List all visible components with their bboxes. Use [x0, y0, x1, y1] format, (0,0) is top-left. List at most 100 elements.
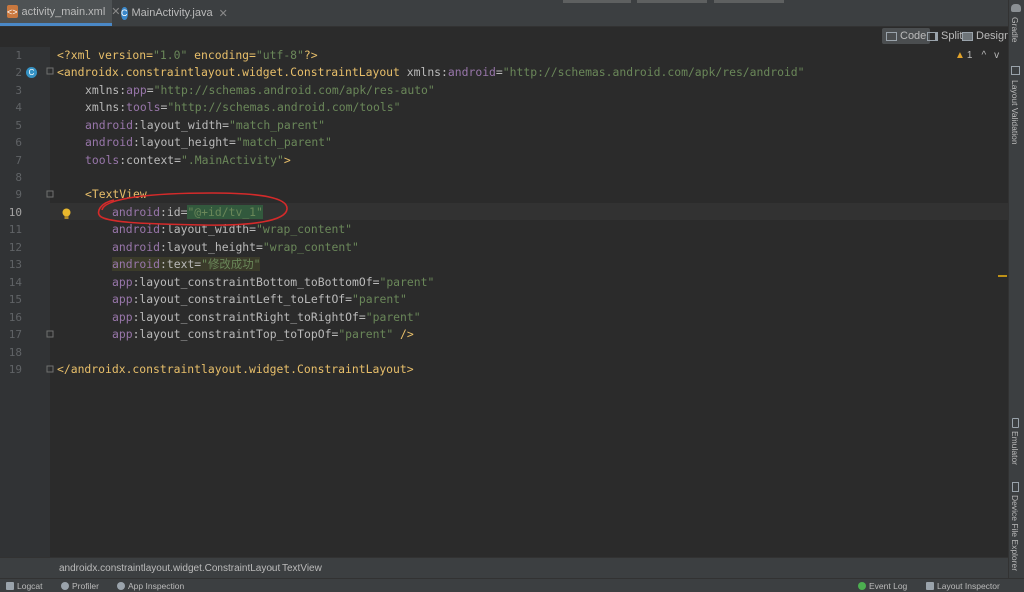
- profiler-icon: [61, 582, 69, 590]
- device-file-explorer-tool-button[interactable]: Device File Explorer: [1010, 495, 1020, 571]
- layout-validation-tool-button[interactable]: Layout Validation: [1010, 80, 1020, 145]
- xmlns-attr: xmlns:: [399, 65, 448, 79]
- line-number[interactable]: 16: [0, 311, 22, 324]
- app-inspection-label: App Inspection: [128, 581, 185, 591]
- xml-file-icon: <>: [7, 5, 18, 18]
- editor-tab-bar: <> activity_main.xml ✕ C MainActivity.ja…: [0, 0, 1008, 27]
- code-line-5: android:layout_width="match_parent": [85, 117, 325, 134]
- device-file-explorer-icon: [1012, 482, 1019, 492]
- line-number[interactable]: 3: [0, 84, 22, 97]
- tag-close: >: [283, 153, 291, 167]
- line-number[interactable]: 7: [0, 154, 22, 167]
- attr-value: "parent": [338, 327, 394, 341]
- namespace-url: "http://schemas.android.com/apk/res/andr…: [502, 65, 805, 79]
- line-number[interactable]: 14: [0, 276, 22, 289]
- line-number[interactable]: 4: [0, 101, 22, 114]
- tag-self-close: />: [393, 327, 414, 341]
- line-number[interactable]: 2: [0, 66, 22, 79]
- app-inspection-tool-button[interactable]: App Inspection: [117, 581, 184, 591]
- class-marker-icon[interactable]: C: [26, 67, 37, 78]
- code-line-7: tools:context=".MainActivity">: [85, 152, 291, 169]
- line-number[interactable]: 6: [0, 136, 22, 149]
- attr-value: "parent": [365, 310, 421, 324]
- inspection-widget[interactable]: ▲ 1 ^ v: [955, 50, 999, 61]
- line-number[interactable]: 19: [0, 363, 22, 376]
- attr-name: :layout_width=: [133, 118, 230, 132]
- xml-decl-end: ?>: [303, 48, 318, 62]
- root-tag: <androidx.constraintlayout.widget.Constr…: [57, 65, 400, 79]
- line-number[interactable]: 17: [0, 328, 22, 341]
- line-number[interactable]: 18: [0, 346, 22, 359]
- layout-inspector-icon: [926, 582, 934, 590]
- encoding-attr: encoding=: [187, 48, 256, 62]
- tab-activity-main-xml[interactable]: <> activity_main.xml ✕: [0, 0, 120, 26]
- attr-value: "parent": [352, 292, 407, 306]
- profiler-tool-button[interactable]: Profiler: [61, 581, 99, 591]
- design-view-button[interactable]: Design: [958, 28, 1010, 44]
- toolbar-strip: [714, 0, 784, 3]
- code-line-6: android:layout_height="match_parent": [85, 134, 332, 151]
- namespace: app: [112, 310, 133, 324]
- line-number[interactable]: 15: [0, 293, 22, 306]
- breadcrumb: androidx.constraintlayout.widget.Constra…: [0, 557, 1008, 579]
- close-tab-icon[interactable]: ✕: [219, 7, 228, 20]
- layout-inspector-label: Layout Inspector: [937, 581, 1000, 591]
- code-line-13: android:text="修改成功": [112, 256, 261, 273]
- logcat-icon: [6, 582, 14, 590]
- line-number[interactable]: 12: [0, 241, 22, 254]
- attr-name: :context=: [119, 153, 182, 167]
- equals: =: [495, 65, 503, 79]
- namespace: tools: [126, 100, 161, 114]
- split-view-button[interactable]: Split: [923, 28, 962, 44]
- code-line-17: app:layout_constraintTop_toTopOf="parent…: [112, 326, 414, 343]
- equals: =: [146, 83, 154, 97]
- layout-validation-icon: [1011, 66, 1020, 75]
- breadcrumb-separator-icon: ›: [270, 563, 274, 574]
- code-view-icon: [886, 31, 897, 41]
- line-number[interactable]: 10: [0, 206, 22, 219]
- tab-mainactivity-java[interactable]: C MainActivity.java ✕: [114, 0, 228, 26]
- event-log-icon: [858, 582, 866, 590]
- gradle-tool-button[interactable]: Gradle: [1010, 17, 1020, 43]
- prev-highlight-icon[interactable]: ^: [981, 50, 986, 61]
- namespace: android: [112, 240, 161, 254]
- root-close-tag: </androidx.constraintlayout.widget.Const…: [57, 362, 414, 376]
- event-log-label: Event Log: [869, 581, 908, 591]
- line-number[interactable]: 13: [0, 258, 22, 271]
- next-highlight-icon[interactable]: v: [994, 50, 999, 61]
- line-number[interactable]: 5: [0, 119, 22, 132]
- namespace: android: [447, 65, 496, 79]
- attr-value: ".MainActivity": [181, 153, 284, 167]
- line-number[interactable]: 8: [0, 171, 22, 184]
- logcat-tool-button[interactable]: Logcat: [6, 581, 43, 591]
- code-line-19: </androidx.constraintlayout.widget.Const…: [57, 361, 414, 378]
- breadcrumb-item[interactable]: androidx.constraintlayout.widget.Constra…: [59, 563, 280, 574]
- line-number[interactable]: 9: [0, 188, 22, 201]
- event-log-tool-button[interactable]: Event Log: [858, 581, 907, 591]
- app-inspection-icon: [117, 582, 125, 590]
- attr-name: :layout_height=: [160, 240, 263, 254]
- code-line-1: <?xml version="1.0" encoding="utf-8"?>: [57, 47, 318, 64]
- namespace: android: [85, 118, 134, 132]
- attr-value: "parent": [379, 275, 435, 289]
- tab-label: activity_main.xml: [21, 5, 106, 18]
- namespace: android: [85, 135, 134, 149]
- warning-stripe-marker[interactable]: [998, 275, 1007, 277]
- code-line-12: android:layout_height="wrap_content": [112, 239, 359, 256]
- lightbulb-icon[interactable]: [62, 205, 71, 219]
- split-view-icon: [927, 31, 938, 41]
- emulator-icon: [1012, 418, 1019, 428]
- attr-name: :layout_constraintRight_toRightOf=: [132, 310, 366, 324]
- namespace: app: [112, 292, 133, 306]
- code-line-2: <androidx.constraintlayout.widget.Constr…: [57, 64, 805, 81]
- line-number[interactable]: 1: [0, 49, 22, 62]
- emulator-tool-button[interactable]: Emulator: [1010, 431, 1020, 465]
- line-number[interactable]: 11: [0, 223, 22, 236]
- bottom-tool-bar: Logcat Profiler App Inspection Event Log…: [0, 578, 1024, 592]
- xml-decl: <?xml version=: [57, 48, 154, 62]
- namespace: app: [112, 275, 133, 289]
- layout-inspector-tool-button[interactable]: Layout Inspector: [926, 581, 1000, 591]
- warning-count: 1: [966, 50, 973, 61]
- attr-name: :layout_constraintBottom_toBottomOf=: [132, 275, 380, 289]
- breadcrumb-item[interactable]: TextView: [282, 563, 322, 574]
